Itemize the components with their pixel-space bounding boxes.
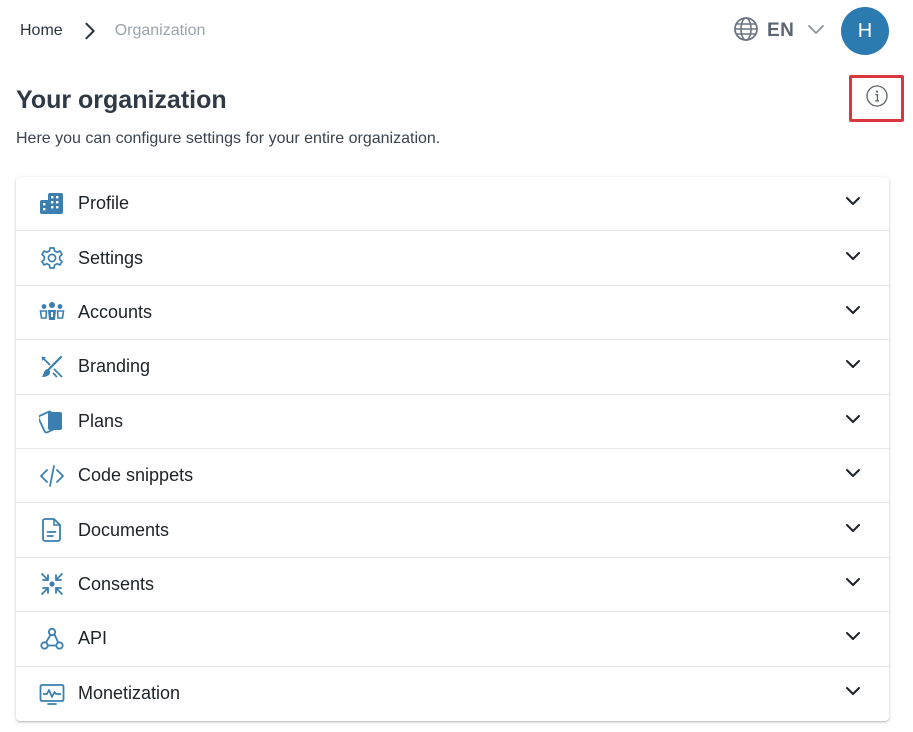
section-label: API bbox=[78, 628, 108, 649]
section-branding[interactable]: Branding bbox=[16, 340, 889, 395]
section-profile[interactable]: Profile bbox=[16, 177, 889, 232]
section-label: Code snippets bbox=[78, 465, 194, 486]
section-consents[interactable]: Consents bbox=[16, 558, 889, 613]
gear-icon bbox=[38, 244, 66, 272]
language-selector[interactable]: EN bbox=[733, 16, 826, 46]
section-plans[interactable]: Plans bbox=[16, 395, 889, 449]
chevron-down-icon bbox=[843, 191, 863, 216]
section-label: Branding bbox=[78, 356, 151, 377]
section-label: Profile bbox=[78, 193, 130, 214]
building-icon bbox=[38, 190, 66, 218]
chevron-down-icon bbox=[843, 626, 863, 651]
section-label: Accounts bbox=[78, 301, 153, 322]
breadcrumb-current: Organization bbox=[114, 22, 206, 39]
chevron-down-icon bbox=[843, 246, 863, 271]
brush-icon bbox=[38, 353, 66, 381]
avatar[interactable]: H bbox=[841, 7, 889, 55]
globe-icon bbox=[733, 16, 759, 47]
top-bar: Home Organization EN H bbox=[0, 0, 913, 62]
section-code-snippets[interactable]: Code snippets bbox=[16, 449, 889, 504]
chevron-down-icon bbox=[843, 354, 863, 379]
cards-icon bbox=[38, 407, 66, 435]
consent-icon bbox=[38, 570, 66, 598]
settings-accordion: Profile Settings Accounts Branding Plans… bbox=[16, 177, 889, 721]
section-monetization[interactable]: Monetization bbox=[16, 667, 889, 721]
chevron-down-icon bbox=[843, 409, 863, 434]
document-icon bbox=[38, 516, 66, 544]
breadcrumb: Home Organization bbox=[20, 20, 205, 42]
section-label: Consents bbox=[78, 573, 155, 594]
section-api[interactable]: API bbox=[16, 612, 889, 667]
monitor-chart-icon bbox=[38, 680, 66, 708]
page-title: Your organization bbox=[16, 86, 227, 114]
section-label: Settings bbox=[78, 247, 144, 268]
section-accounts[interactable]: Accounts bbox=[16, 286, 889, 341]
users-icon bbox=[38, 298, 66, 326]
chevron-down-icon bbox=[843, 518, 863, 543]
code-icon bbox=[38, 462, 66, 490]
chevron-right-icon bbox=[79, 20, 101, 42]
language-code: EN bbox=[767, 20, 795, 41]
section-settings[interactable]: Settings bbox=[16, 231, 889, 286]
chevron-down-icon bbox=[843, 300, 863, 325]
chevron-down-icon bbox=[843, 572, 863, 597]
section-documents[interactable]: Documents bbox=[16, 503, 889, 558]
info-button[interactable] bbox=[849, 75, 904, 122]
chevron-down-icon bbox=[794, 19, 826, 44]
page-description: Here you can configure settings for your… bbox=[16, 130, 441, 147]
section-label: Plans bbox=[78, 410, 124, 431]
chevron-down-icon bbox=[843, 681, 863, 706]
section-label: Documents bbox=[78, 519, 170, 540]
breadcrumb-home-link[interactable]: Home bbox=[20, 22, 63, 40]
info-icon bbox=[865, 84, 889, 113]
section-label: Monetization bbox=[78, 683, 181, 704]
chevron-down-icon bbox=[843, 463, 863, 488]
webhook-icon bbox=[38, 625, 66, 653]
